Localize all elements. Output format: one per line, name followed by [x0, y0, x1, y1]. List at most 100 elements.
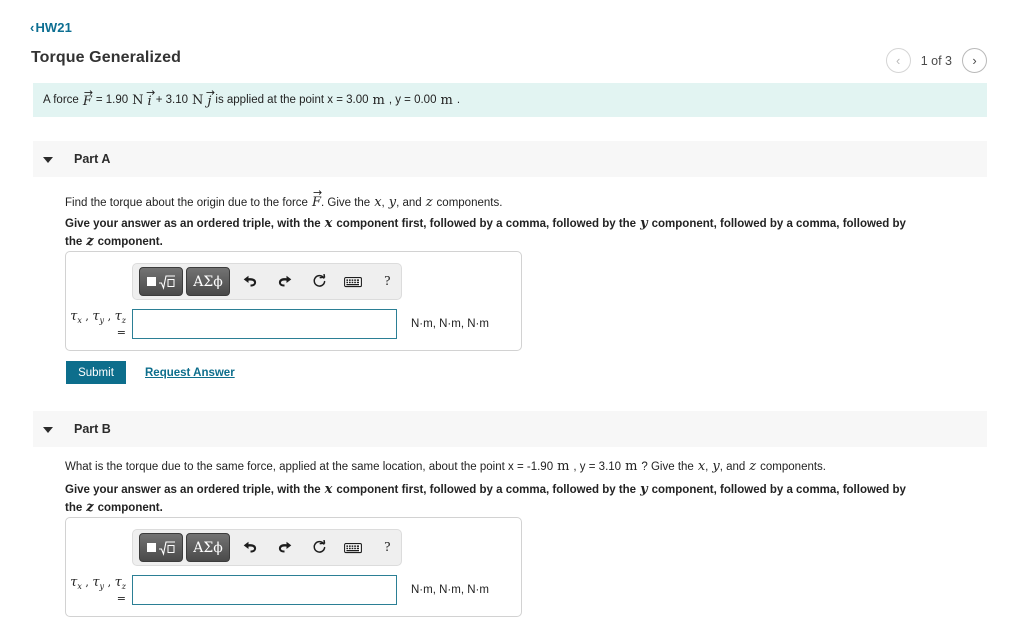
statement-y: , y = 0.00 [388, 94, 437, 106]
pager-next-button[interactable]: › [962, 48, 987, 73]
var-z: z [86, 233, 94, 249]
var-y: y [640, 482, 648, 497]
statement-plus: + 3.10 [155, 94, 188, 106]
greek-letters-label: ΑΣϕ [193, 539, 223, 556]
j-hat-symbol: → j [205, 85, 216, 109]
part-a-answer-input[interactable] [132, 309, 397, 339]
i-hat-symbol: → i [146, 85, 156, 109]
pb-i-seg4: component. [97, 501, 163, 514]
part-b-question: What is the torque due to the same force… [65, 458, 826, 476]
unit-meter-2: m [625, 459, 638, 474]
reset-icon[interactable] [305, 534, 332, 562]
reset-icon[interactable] [305, 268, 332, 296]
var-z: z [425, 195, 433, 210]
breadcrumb-label: HW21 [35, 20, 72, 35]
greek-letters-button[interactable]: ΑΣϕ [186, 267, 230, 296]
greek-letters-label: ΑΣϕ [193, 273, 223, 290]
part-a-request-answer-link[interactable]: Request Answer [145, 367, 235, 379]
redo-icon[interactable] [271, 534, 298, 562]
help-icon[interactable]: ? [374, 268, 401, 296]
pb-q-and: , and [719, 461, 746, 473]
pager-label: 1 of 3 [920, 53, 952, 68]
pa-q-tail2: components. [436, 197, 503, 209]
pa-i-seg2: component first, followed by a comma, fo… [336, 218, 637, 230]
unit-meter-2: m [440, 92, 453, 108]
var-z: z [86, 499, 94, 515]
pa-i-seg1: Give your answer as an ordered triple, w… [65, 218, 321, 230]
keyboard-icon[interactable] [340, 534, 367, 562]
keyboard-icon[interactable] [340, 268, 367, 296]
statement-prefix: A force [43, 94, 79, 106]
var-y: y [712, 459, 720, 474]
help-icon[interactable]: ? [374, 534, 401, 562]
part-b-answer-input[interactable] [132, 575, 397, 605]
page-title: Torque Generalized [31, 49, 181, 66]
pager-prev-button[interactable]: ‹ [885, 48, 911, 73]
part-b-answer-label: τx , τy , τz = [70, 575, 126, 605]
force-vector-symbol: → F [82, 85, 94, 109]
part-a-actions: Submit Request Answer [66, 361, 235, 384]
unit-meter-1: m [372, 92, 385, 108]
part-a-title: Part A [74, 152, 111, 166]
part-a-header[interactable]: Part A [33, 141, 987, 177]
statement-middle: is applied at the point x = 3.00 [215, 94, 369, 106]
unit-newton-1: N [132, 92, 144, 108]
pb-q-tail1: ? Give the [641, 461, 694, 473]
undo-icon[interactable] [237, 268, 264, 296]
part-a-instruction: Give your answer as an ordered triple, w… [65, 215, 925, 250]
statement-eq1: = 1.90 [95, 94, 129, 106]
radical-glyph [158, 540, 175, 556]
pa-q-and: , and [396, 197, 422, 209]
statement-period: . [456, 94, 461, 106]
pb-i-seg1: Give your answer as an ordered triple, w… [65, 484, 321, 496]
nth-root-icon [158, 540, 176, 556]
greek-letters-button[interactable]: ΑΣϕ [186, 533, 230, 562]
part-b-title: Part B [74, 422, 111, 436]
pa-q-comma1: , [381, 197, 385, 209]
vector-arrow-icon: → [146, 85, 156, 99]
pa-q-tail1: . Give the [320, 197, 371, 209]
caret-down-icon[interactable] [43, 425, 53, 434]
var-x: x [324, 216, 333, 231]
part-a-math-toolbar: ΑΣϕ ? [132, 263, 402, 300]
vector-arrow-icon: → [83, 85, 94, 99]
problem-statement-banner: A force → F = 1.90 N → i + 3.10 N → j is applied at… [33, 83, 987, 117]
pb-q-tail2: components. [760, 461, 827, 473]
redo-icon[interactable] [271, 268, 298, 296]
undo-icon[interactable] [237, 534, 264, 562]
pa-i-seg4: component. [97, 235, 163, 248]
part-a-question: Find the torque about the origin due to … [65, 186, 503, 212]
filled-square-icon [146, 277, 156, 286]
part-a-answer-row: τx , τy , τz = N·m, N·m, N·m [66, 300, 521, 352]
part-b-answer-units: N·m, N·m, N·m [411, 584, 489, 596]
breadcrumb-hw21[interactable]: ‹ HW21 [30, 20, 72, 35]
var-z: z [749, 459, 757, 474]
math-template-button[interactable] [139, 267, 183, 296]
math-template-button[interactable] [139, 533, 183, 562]
part-a-answer-units: N·m, N·m, N·m [411, 318, 489, 330]
caret-down-icon[interactable] [43, 155, 53, 164]
part-b-answer-row: τx , τy , τz = N·m, N·m, N·m [66, 566, 521, 618]
unit-newton-2: N [191, 92, 204, 108]
part-b-answer-card: ΑΣϕ ? τx , τy , τz = N·m, N·m, N·m [65, 517, 522, 617]
var-x: x [324, 482, 333, 497]
chevron-left-icon: ‹ [896, 52, 901, 68]
part-a-answer-label: τx , τy , τz = [70, 309, 126, 339]
var-y: y [388, 195, 397, 210]
vector-arrow-icon: → [205, 85, 216, 99]
var-y: y [640, 216, 648, 231]
vector-arrow-icon: → [312, 186, 323, 199]
part-a-submit-button[interactable]: Submit [66, 361, 126, 384]
pb-i-seg2: component first, followed by a comma, fo… [336, 484, 637, 496]
part-b-math-toolbar: ΑΣϕ ? [132, 529, 402, 566]
unit-meter-1: m [557, 459, 570, 474]
part-b-header[interactable]: Part B [33, 411, 987, 447]
pb-q-mid: , y = 3.10 [573, 461, 622, 473]
pager: ‹ 1 of 3 › [885, 48, 987, 73]
chevron-right-icon: › [972, 52, 977, 68]
pa-q-lead: Find the torque about the origin due to … [65, 197, 308, 209]
chevron-left-icon: ‹ [30, 20, 35, 35]
filled-square-icon [146, 543, 156, 552]
radical-glyph [158, 274, 175, 290]
force-vector-symbol: → F [311, 186, 323, 210]
